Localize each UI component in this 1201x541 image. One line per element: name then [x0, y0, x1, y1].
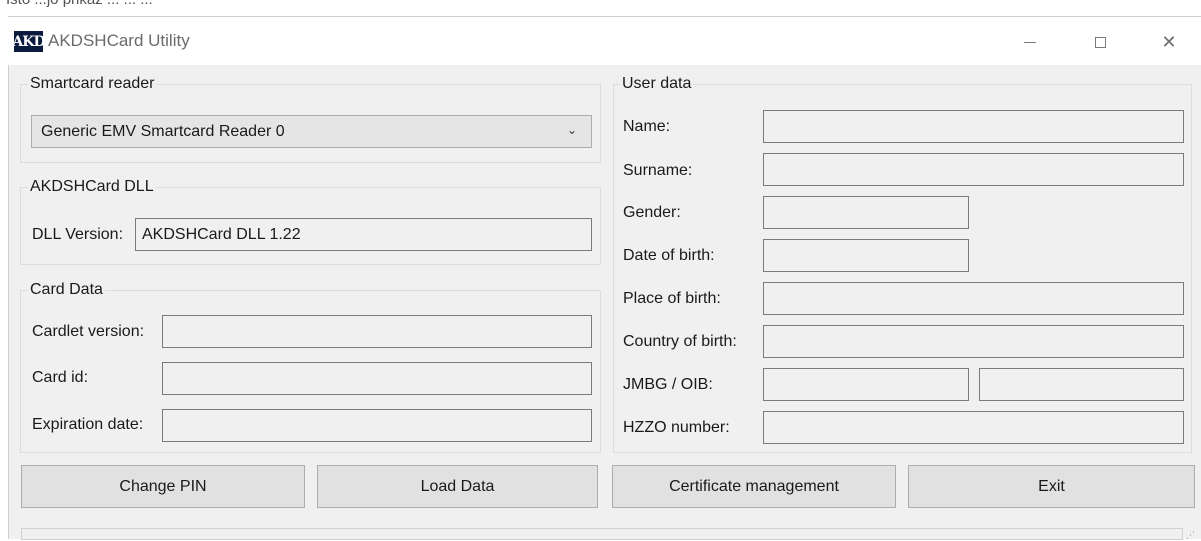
expiration-date-label: Expiration date:	[32, 416, 144, 433]
card-data-legend: Card Data	[28, 281, 105, 299]
minimize-icon[interactable]	[1010, 26, 1050, 58]
date-of-birth-field[interactable]	[763, 239, 969, 272]
dll-version-field[interactable]: AKDSHCard DLL 1.22	[135, 218, 592, 251]
user-data-legend: User data	[620, 75, 694, 93]
oib-field[interactable]	[979, 368, 1184, 401]
page-header-fragment: Isto ...jo prikaz ... ... ...	[0, 0, 1201, 14]
exit-button[interactable]: Exit	[908, 465, 1195, 508]
window-title: AKDSHCard Utility	[48, 31, 190, 50]
status-bar	[21, 528, 1183, 540]
gender-label: Gender:	[623, 204, 681, 221]
cardlet-version-field[interactable]	[162, 315, 592, 348]
resize-grip-icon[interactable]: ⋰	[1186, 530, 1195, 541]
hzzo-number-label: HZZO number:	[623, 419, 730, 436]
close-icon[interactable]: ✕	[1151, 26, 1187, 58]
smartcard-reader-selected: Generic EMV Smartcard Reader 0	[41, 122, 285, 140]
jmbg-oib-label: JMBG / OIB:	[623, 376, 713, 393]
name-label: Name:	[623, 118, 671, 135]
cardlet-version-label: Cardlet version:	[32, 323, 145, 340]
gender-field[interactable]	[763, 196, 969, 229]
dll-version-label: DLL Version:	[32, 226, 124, 243]
card-id-field[interactable]	[162, 362, 592, 395]
change-pin-button[interactable]: Change PIN	[21, 465, 305, 508]
smartcard-reader-legend: Smartcard reader	[28, 75, 157, 93]
hzzo-number-field[interactable]	[763, 411, 1184, 444]
country-of-birth-field[interactable]	[763, 325, 1184, 358]
load-data-button[interactable]: Load Data	[317, 465, 598, 508]
smartcard-reader-select[interactable]: Generic EMV Smartcard Reader 0 ⌄	[31, 115, 592, 148]
place-of-birth-label: Place of birth:	[623, 290, 721, 307]
date-of-birth-label: Date of birth:	[623, 247, 715, 264]
maximize-icon[interactable]	[1082, 26, 1118, 58]
certificate-management-button[interactable]: Certificate management	[612, 465, 896, 508]
surname-label: Surname:	[623, 162, 693, 179]
jmbg-field[interactable]	[763, 368, 969, 401]
header-fragment-text: Isto ...jo prikaz ... ... ...	[6, 0, 153, 8]
name-field[interactable]	[763, 110, 1184, 143]
place-of-birth-field[interactable]	[763, 282, 1184, 315]
app-logo-icon: AKD	[12, 31, 46, 52]
expiration-date-field[interactable]	[162, 409, 592, 442]
dll-legend: AKDSHCard DLL	[28, 178, 156, 196]
chevron-down-icon: ⌄	[566, 123, 577, 137]
country-of-birth-label: Country of birth:	[623, 333, 737, 350]
card-id-label: Card id:	[32, 369, 89, 386]
surname-field[interactable]	[763, 153, 1184, 186]
